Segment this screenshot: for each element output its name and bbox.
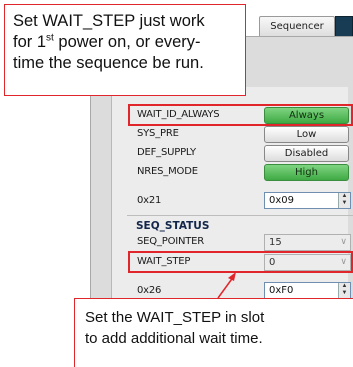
seq-pointer-row: SEQ_POINTER 15 ∨ (127, 234, 353, 251)
wait-step-slot-callout: Set the WAIT_STEP in slot to add additio… (74, 298, 353, 367)
nres-mode-label: NRES_MODE (137, 166, 198, 177)
seq-status-title: SEQ_STATUS (136, 220, 210, 232)
reg-0x21-label: 0x21 (137, 195, 162, 206)
seq-pointer-select[interactable]: 15 ∨ (264, 234, 351, 251)
wait-step-highlight (128, 251, 353, 273)
chevron-down-icon[interactable]: ▼ (339, 290, 350, 297)
sys-pre-toggle[interactable]: Low (264, 126, 349, 143)
wait-id-always-highlight (128, 104, 353, 126)
nres-mode-row: NRES_MODE High (127, 164, 353, 181)
reg-0x21-row: 0x21 0x09 ▲ ▼ (127, 192, 353, 209)
reg-0x26-value: 0xF0 (269, 285, 294, 296)
tab-sequencer[interactable]: Sequencer (259, 16, 335, 36)
def-supply-toggle[interactable]: Disabled (264, 145, 349, 162)
tab-next[interactable] (335, 16, 353, 36)
reg-0x21-value: 0x09 (269, 195, 295, 206)
reg-0x21-stepper[interactable]: ▲ ▼ (338, 193, 350, 208)
reg-0x26-label: 0x26 (137, 285, 162, 296)
chevron-down-icon: ∨ (340, 236, 347, 246)
chevron-up-icon[interactable]: ▲ (339, 193, 350, 200)
seq-pointer-value: 15 (269, 237, 282, 248)
sys-pre-label: SYS_PRE (137, 128, 179, 139)
callout-bottom-line2: to add additional wait time. (85, 330, 263, 347)
reg-0x26-row: 0x26 0xF0 ▲ ▼ (127, 282, 353, 299)
nres-mode-toggle[interactable]: High (264, 164, 349, 181)
def-supply-row: DEF_SUPPLY Disabled (127, 145, 353, 162)
chevron-up-icon[interactable]: ▲ (339, 283, 350, 290)
reg-0x21-spinbox[interactable]: 0x09 ▲ ▼ (264, 192, 351, 209)
sys-pre-row: SYS_PRE Low (127, 126, 353, 143)
callout-top-line1: Set WAIT_STEP just work (13, 12, 205, 30)
wait-step-note-callout: Set WAIT_STEP just work for 1st power on… (4, 4, 246, 96)
section-divider (127, 215, 353, 216)
callout-top-line2: for 1st power on, or every- (13, 32, 201, 51)
chevron-down-icon[interactable]: ▼ (339, 200, 350, 207)
reg-0x26-spinbox[interactable]: 0xF0 ▲ ▼ (264, 282, 351, 299)
callout-bottom-line1: Set the WAIT_STEP in slot (85, 309, 265, 326)
seq-pointer-label: SEQ_POINTER (137, 236, 205, 247)
callout-top-line3: time the sequence be run. (13, 54, 204, 72)
reg-0x26-stepper[interactable]: ▲ ▼ (338, 283, 350, 298)
def-supply-label: DEF_SUPPLY (137, 147, 196, 158)
